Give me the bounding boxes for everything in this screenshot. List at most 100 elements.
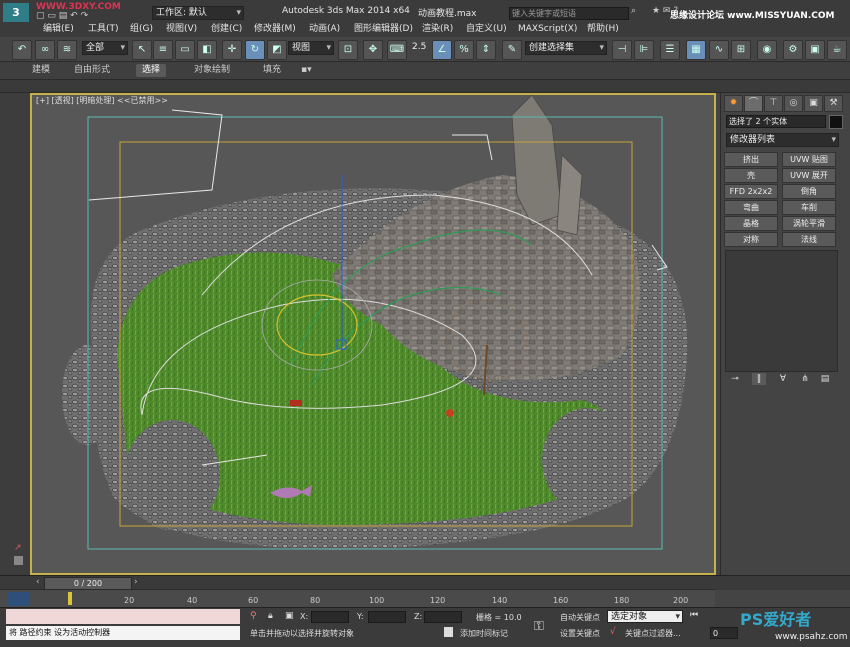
key-icon[interactable]: ⚿ bbox=[534, 619, 544, 634]
menu-item-animation[interactable]: 动画(A) bbox=[309, 22, 340, 37]
tab-utilities-icon[interactable]: ⚒ bbox=[824, 95, 843, 112]
menu-item-rendering[interactable]: 渲染(R) bbox=[422, 22, 453, 37]
ref-coord-dropdown[interactable]: 视图 ▾ bbox=[288, 41, 334, 55]
time-slider[interactable]: ‹ 0 / 200 › bbox=[0, 575, 850, 590]
isolate-icon[interactable] bbox=[444, 627, 453, 637]
menu-item-tools[interactable]: 工具(T) bbox=[88, 22, 119, 37]
percent-snap-icon[interactable]: % bbox=[454, 40, 474, 60]
tab-create-icon[interactable]: ✹ bbox=[724, 95, 743, 112]
lock-icon[interactable]: 🔒︎ bbox=[268, 611, 273, 621]
tab-object-paint[interactable]: 对象绘制 bbox=[188, 64, 236, 77]
keyboard-shortcut-icon[interactable]: ⌨ bbox=[387, 40, 407, 60]
named-selection-dropdown[interactable]: 创建选择集 ▾ bbox=[525, 41, 607, 55]
modifier-button-lattice[interactable]: 晶格 bbox=[724, 216, 778, 231]
layer-manager-icon[interactable]: ☰ bbox=[660, 40, 680, 60]
move-icon[interactable]: ✛ bbox=[222, 40, 242, 60]
modifier-button-lathe[interactable]: 车削 bbox=[782, 200, 836, 215]
app-logo-icon[interactable]: 3 bbox=[3, 3, 29, 22]
search-icon[interactable]: ⌕ bbox=[631, 6, 636, 16]
modifier-stack[interactable] bbox=[725, 250, 838, 372]
selection-filter-dropdown[interactable]: 全部 ▾ bbox=[82, 41, 128, 55]
modifier-button-extrude[interactable]: 挤出 bbox=[724, 152, 778, 167]
open-icon[interactable]: ▭ bbox=[47, 11, 56, 21]
tab-modeling[interactable]: 建模 bbox=[26, 64, 56, 77]
curve-editor-icon[interactable]: ∿ bbox=[709, 40, 729, 60]
x-coord-field[interactable] bbox=[311, 611, 349, 623]
time-slider-prev-icon[interactable]: ‹ bbox=[36, 577, 40, 587]
bind-space-warp-icon[interactable]: ≋ bbox=[57, 40, 77, 60]
pin-icon[interactable]: ⚲ bbox=[250, 611, 257, 621]
modifier-button-shell[interactable]: 壳 bbox=[724, 168, 778, 183]
show-end-result-icon[interactable]: ‖ bbox=[752, 373, 766, 385]
z-coord-field[interactable] bbox=[424, 611, 462, 623]
key-marker[interactable] bbox=[68, 592, 72, 605]
ribbon-options-icon[interactable]: ▪▾ bbox=[295, 64, 318, 77]
angle-snap-icon[interactable]: ∠ bbox=[432, 40, 452, 60]
auto-key-button[interactable]: 自动关键点 bbox=[560, 612, 600, 623]
modifier-button-turbosmooth[interactable]: 涡轮平滑 bbox=[782, 216, 836, 231]
link-icon[interactable]: ∞ bbox=[35, 40, 55, 60]
make-unique-icon[interactable]: ∀ bbox=[776, 373, 790, 385]
tab-hierarchy-icon[interactable]: ⊤ bbox=[764, 95, 783, 112]
menu-item-create[interactable]: 创建(C) bbox=[211, 22, 242, 37]
modifier-button-bevel[interactable]: 倒角 bbox=[782, 184, 836, 199]
menu-item-customize[interactable]: 自定义(U) bbox=[466, 22, 507, 37]
modifier-button-uvw-map[interactable]: UVW 贴图 bbox=[782, 152, 836, 167]
modifier-button-normal[interactable]: 法线 bbox=[782, 232, 836, 247]
y-coord-field[interactable] bbox=[368, 611, 406, 623]
modifier-button-bend[interactable]: 弯曲 bbox=[724, 200, 778, 215]
current-frame-field[interactable]: 0 bbox=[710, 627, 738, 639]
time-slider-next-icon[interactable]: › bbox=[134, 577, 138, 587]
redo-icon[interactable]: ↷ bbox=[81, 11, 89, 21]
add-time-tag-button[interactable]: 添加时间标记 bbox=[460, 628, 508, 639]
rotate-icon[interactable]: ↻ bbox=[245, 40, 265, 60]
go-to-start-icon[interactable]: ⏮ bbox=[690, 610, 698, 620]
selection-name-field[interactable]: 选择了 2 个实体 bbox=[726, 115, 826, 128]
menu-item-group[interactable]: 组(G) bbox=[130, 22, 153, 37]
mini-curve-editor-icon[interactable] bbox=[8, 592, 30, 606]
render-icon[interactable]: ☕ bbox=[827, 40, 847, 60]
key-mode-icon[interactable]: √ bbox=[610, 627, 616, 637]
schematic-view-icon[interactable]: ⊞ bbox=[731, 40, 751, 60]
tab-modify-icon[interactable]: ⌒ bbox=[744, 95, 763, 112]
rect-selection-icon[interactable]: ▭ bbox=[175, 40, 195, 60]
undo-icon[interactable]: ↶ bbox=[70, 11, 78, 21]
select-by-name-icon[interactable]: ≡ bbox=[153, 40, 173, 60]
menu-item-views[interactable]: 视图(V) bbox=[166, 22, 197, 37]
tab-populate[interactable]: 填充 bbox=[257, 64, 287, 77]
track-bar[interactable] bbox=[0, 589, 715, 608]
tab-display-icon[interactable]: ▣ bbox=[804, 95, 823, 112]
material-editor-icon[interactable]: ◉ bbox=[757, 40, 777, 60]
remove-modifier-icon[interactable]: ⋔ bbox=[798, 373, 812, 385]
menu-item-modifiers[interactable]: 修改器(M) bbox=[254, 22, 296, 37]
mirror-icon[interactable]: ⊣ bbox=[612, 40, 632, 60]
edit-named-selection-icon[interactable]: ✎ bbox=[502, 40, 522, 60]
modifier-button-unwrap-uvw[interactable]: UVW 展开 bbox=[782, 168, 836, 183]
menu-item-edit[interactable]: 编辑(E) bbox=[43, 22, 74, 37]
select-object-icon[interactable]: ↖ bbox=[132, 40, 152, 60]
viewport-label[interactable]: [+] [透视] [明暗处理] <<已禁用>> bbox=[36, 95, 168, 106]
pivot-center-icon[interactable]: ⊡ bbox=[338, 40, 358, 60]
menu-item-graph-editors[interactable]: 图形编辑器(D) bbox=[354, 22, 413, 37]
configure-sets-icon[interactable]: ▤ bbox=[818, 373, 832, 385]
new-icon[interactable]: ▢ bbox=[36, 11, 45, 21]
modifier-list-dropdown[interactable]: 修改器列表 ▾ bbox=[726, 133, 839, 147]
scene-explorer-icon[interactable]: ▦ bbox=[686, 40, 706, 60]
tab-freeform[interactable]: 自由形式 bbox=[68, 64, 116, 77]
render-setup-icon[interactable]: ⚙ bbox=[783, 40, 803, 60]
key-target-dropdown[interactable]: 选定对象 ▾ bbox=[607, 610, 683, 623]
key-filters-button[interactable]: 关键点过滤器... bbox=[625, 628, 681, 639]
render-frame-icon[interactable]: ▣ bbox=[805, 40, 825, 60]
align-icon[interactable]: ⊫ bbox=[634, 40, 654, 60]
menu-item-help[interactable]: 帮助(H) bbox=[587, 22, 619, 37]
window-crossing-icon[interactable]: ◧ bbox=[197, 40, 217, 60]
workspace-dropdown[interactable]: 工作区: 默认 ▾ bbox=[152, 6, 244, 20]
search-input[interactable]: 键入关键字或短语 bbox=[509, 7, 629, 20]
select-manipulate-icon[interactable]: ✥ bbox=[363, 40, 383, 60]
object-color-swatch[interactable] bbox=[829, 115, 843, 129]
tab-motion-icon[interactable]: ◎ bbox=[784, 95, 803, 112]
maxscript-listener-field[interactable] bbox=[6, 609, 240, 624]
set-key-button[interactable]: 设置关键点 bbox=[560, 628, 600, 639]
pin-stack-icon[interactable]: ⊸ bbox=[728, 373, 742, 385]
transform-mode-icon[interactable]: ▣ bbox=[285, 611, 294, 621]
